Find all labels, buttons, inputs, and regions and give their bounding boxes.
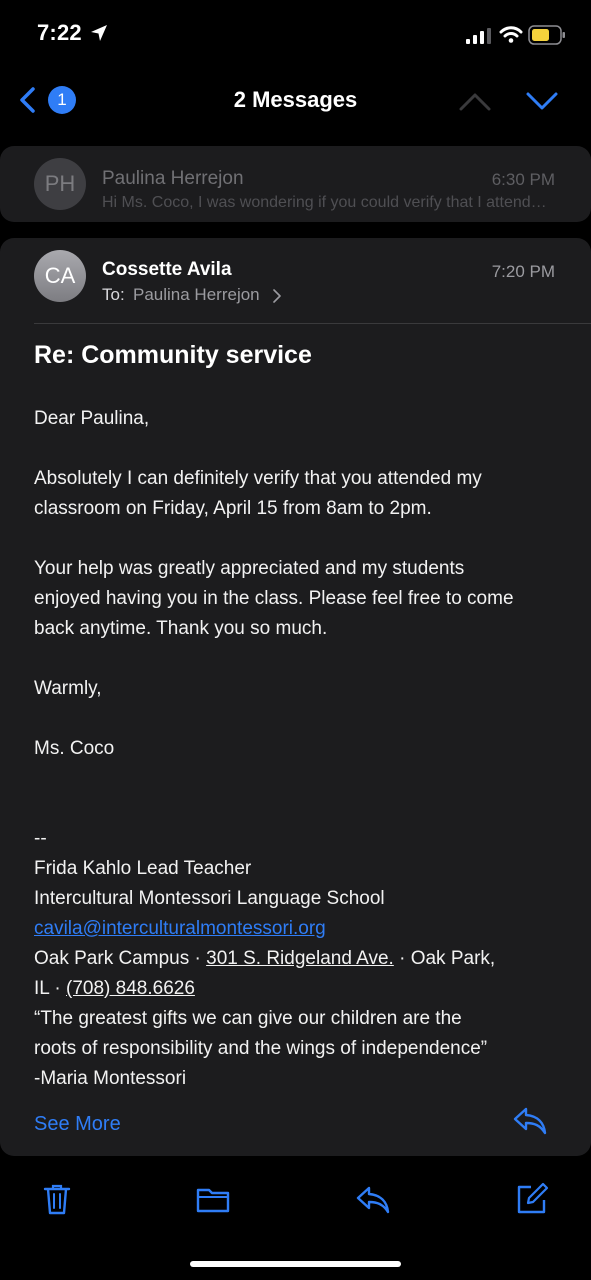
signature-campus: Oak Park Campus [34,948,190,969]
quote-line: roots of responsibility and the wings of… [34,1038,488,1059]
email-link[interactable]: cavila@interculturalmontessori.org [34,918,326,939]
body-line: enjoyed having you in the class. Please … [34,588,514,609]
greeting: Dear Paulina, [34,408,150,429]
message-card-collapsed[interactable]: PH Paulina Herrejon 6:30 PM Hi Ms. Coco,… [0,146,591,222]
folder-icon[interactable] [196,1182,230,1216]
paragraph-1: Absolutely I can definitely verify that … [34,464,482,524]
phone-link[interactable]: (708) 848.6626 [66,978,195,999]
message-card-expanded: CA Cossette Avila 7:20 PM To: Paulina He… [0,238,591,1156]
message-subject: Re: Community service [34,341,312,369]
compose-icon[interactable] [515,1182,549,1216]
location-arrow-icon [91,25,107,41]
paragraph-2: Your help was greatly appreciated and my… [34,554,514,644]
body-line: back anytime. Thank you so much. [34,618,328,639]
separator-dot: · [194,948,201,969]
sender-name[interactable]: Cossette Avila [102,259,232,281]
see-more-button[interactable]: See More [34,1113,121,1136]
home-indicator[interactable] [190,1261,401,1267]
signature-address-line: Oak Park Campus · 301 S. Ridgeland Ave. … [34,944,574,974]
signature-school: Intercultural Montessori Language School [34,888,385,909]
signature-role: Frida Kahlo Lead Teacher [34,858,252,879]
signature-city: Oak Park, [410,948,496,969]
thread-title: 2 Messages [233,87,358,112]
avatar: PH [34,158,86,210]
status-time: 7:22 [37,20,82,45]
battery-icon [528,25,565,45]
signoff: Ms. Coco [34,738,115,759]
body-line: Absolutely I can definitely verify that … [34,468,482,489]
wifi-icon [499,26,523,43]
body-line: classroom on Friday, April 15 from 8am t… [34,498,432,519]
message-preview: Hi Ms. Coco, I was wondering if you coul… [102,194,550,211]
chevron-up-icon[interactable] [458,90,492,112]
signature-separator: -- [34,828,47,849]
reply-icon[interactable] [356,1182,390,1216]
to-label: To: [102,285,125,304]
message-time: 7:20 PM [491,262,555,281]
chevron-down-icon[interactable] [525,90,559,112]
recipient-name[interactable]: Paulina Herrejon [133,285,260,305]
quote-author: -Maria Montessori [34,1068,187,1089]
trash-icon[interactable] [40,1182,74,1216]
reply-icon[interactable] [512,1106,548,1136]
body-line: Your help was greatly appreciated and my… [34,558,465,579]
quote-line: “The greatest gifts we can give our chil… [34,1008,462,1029]
signature-contact-line: IL · (708) 848.6626 [34,974,574,1004]
avatar: CA [34,250,86,302]
signature-state: IL [34,978,50,999]
signature: -- Frida Kahlo Lead Teacher Intercultura… [34,824,574,1094]
chevron-right-icon[interactable] [272,289,282,303]
address-link[interactable]: 301 S. Ridgeland Ave. [206,948,394,969]
message-time: 6:30 PM [491,170,555,189]
header-divider [34,323,591,324]
separator-dot: · [399,948,406,969]
separator-dot: · [54,978,61,999]
sender-name: Paulina Herrejon [102,168,244,189]
cellular-signal-icon [466,28,491,44]
closing: Warmly, [34,678,102,699]
